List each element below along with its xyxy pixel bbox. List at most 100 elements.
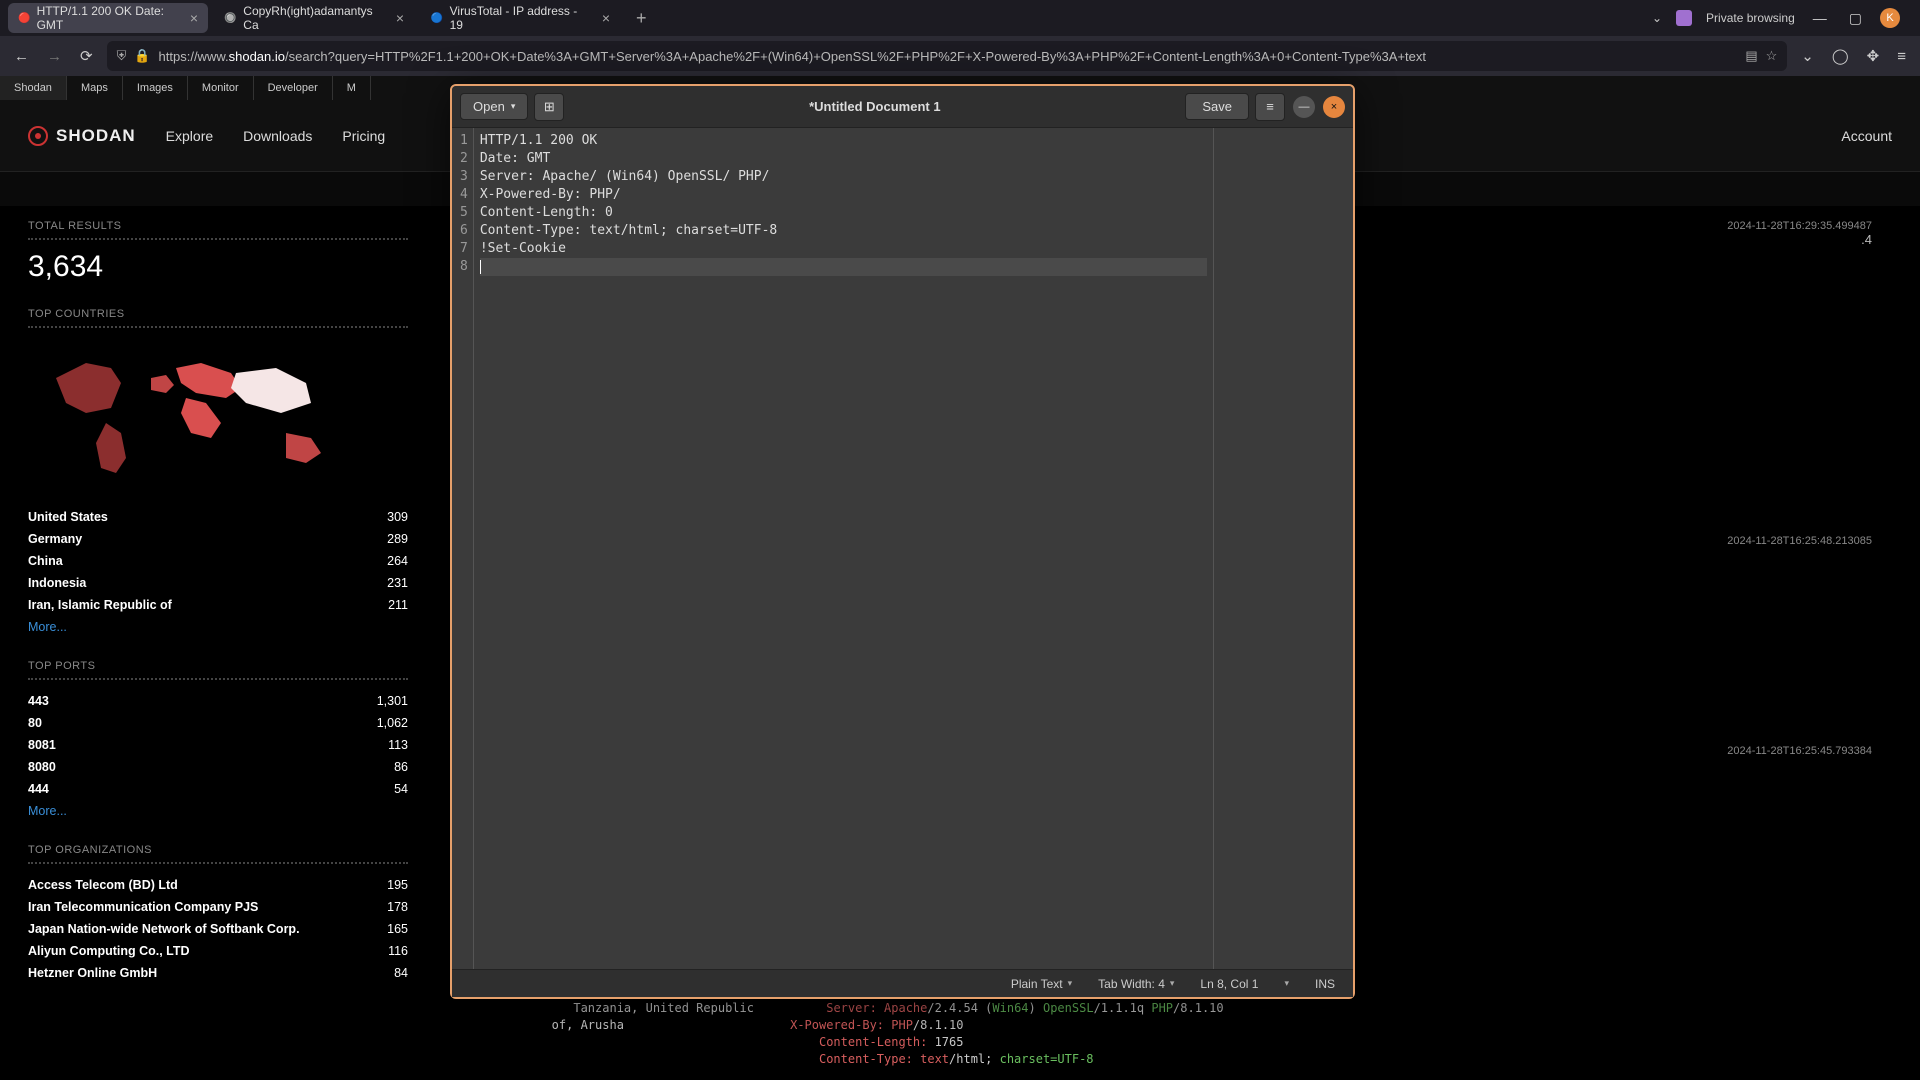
favicon-icon: 🔘 — [224, 11, 237, 25]
browser-tab[interactable]: 🔴 HTTP/1.1 200 OK Date: GMT × — [8, 3, 208, 33]
code-line: Content-Length: 0 — [480, 204, 1207, 222]
facet-name: Germany — [28, 532, 82, 546]
language-selector[interactable]: Plain Text▾ — [1011, 977, 1072, 991]
facet-name: 80 — [28, 716, 42, 730]
editor-titlebar[interactable]: Open▾ ⊞ *Untitled Document 1 Save ≡ — × — [452, 86, 1353, 128]
pocket-icon[interactable]: ⌄ — [1797, 43, 1818, 69]
text-editor-window: Open▾ ⊞ *Untitled Document 1 Save ≡ — × … — [450, 84, 1355, 999]
facet-value: 195 — [387, 878, 408, 892]
profile-avatar[interactable]: K — [1880, 8, 1900, 28]
facet-row[interactable]: Access Telecom (BD) Ltd 195 — [28, 874, 408, 896]
shield-icon[interactable]: ⛨ — [117, 48, 127, 64]
tab-width-selector[interactable]: Tab Width: 4▾ — [1098, 977, 1174, 991]
nav-downloads[interactable]: Downloads — [243, 128, 312, 144]
facet-row[interactable]: China264 — [28, 550, 408, 572]
reader-icon[interactable]: ▤ — [1745, 48, 1757, 64]
reload-button[interactable]: ⟳ — [76, 43, 97, 69]
url-bar[interactable]: ⛨ 🔒 https://www.shodan.io/search?query=H… — [107, 41, 1788, 71]
hamburger-menu-button[interactable]: ≡ — [1255, 93, 1285, 121]
facet-row[interactable]: Germany 289 — [28, 528, 408, 550]
cursor-position[interactable]: Ln 8, Col 1 — [1200, 977, 1258, 991]
world-map[interactable] — [36, 338, 346, 488]
window-minimize-button[interactable]: — — [1809, 10, 1831, 26]
facet-row[interactable]: Indonesia231 — [28, 572, 408, 594]
open-button[interactable]: Open▾ — [460, 93, 528, 120]
product-nav-link[interactable]: Images — [123, 76, 188, 100]
close-icon[interactable]: × — [396, 10, 404, 26]
facet-row[interactable]: Japan Nation-wide Network of Softbank Co… — [28, 918, 408, 940]
product-nav-link[interactable]: Monitor — [188, 76, 254, 100]
tab-title: CopyRh(ight)adamantys Ca — [243, 4, 384, 32]
close-icon[interactable]: × — [190, 10, 198, 26]
countries-more-link[interactable]: More... — [28, 616, 408, 638]
browser-toolbar: ← → ⟳ ⛨ 🔒 https://www.shodan.io/search?q… — [0, 36, 1920, 76]
product-nav-link[interactable]: Developer — [254, 76, 333, 100]
facet-name: Japan Nation-wide Network of Softbank Co… — [28, 922, 300, 936]
insert-mode[interactable]: INS — [1315, 977, 1335, 991]
browser-tab[interactable]: 🔵 VirusTotal - IP address - 19 × — [420, 3, 620, 33]
chevron-down-icon[interactable]: ⌄ — [1652, 11, 1662, 25]
lock-icon[interactable]: 🔒 — [134, 48, 150, 64]
total-results-value: 3,634 — [28, 250, 408, 284]
code-line — [480, 258, 1207, 276]
facet-name: Access Telecom (BD) Ltd — [28, 878, 178, 892]
top-ports-title: TOP PORTS — [28, 660, 408, 672]
bookmark-icon[interactable]: ☆ — [1766, 48, 1778, 64]
private-browsing-label: Private browsing — [1706, 11, 1795, 25]
facet-row[interactable]: 8081113 — [28, 734, 408, 756]
facet-name: Aliyun Computing Co., LTD — [28, 944, 190, 958]
facet-row[interactable]: 4431,301 — [28, 690, 408, 712]
extensions-icon[interactable]: ✥ — [1863, 43, 1884, 69]
forward-button[interactable]: → — [43, 44, 66, 69]
window-maximize-button[interactable]: ▢ — [1845, 10, 1866, 27]
new-tab-button[interactable]: ⊞ — [534, 93, 564, 121]
facet-row[interactable]: 808086 — [28, 756, 408, 778]
facet-row[interactable]: Iran, Islamic Republic of211 — [28, 594, 408, 616]
tab-title: HTTP/1.1 200 OK Date: GMT — [37, 4, 178, 32]
facet-value: 289 — [387, 532, 408, 546]
facet-value: 86 — [394, 760, 408, 774]
code-line: Server: Apache/ (Win64) OpenSSL/ PHP/ — [480, 168, 1207, 186]
right-margin — [1213, 128, 1353, 969]
facet-row[interactable]: United States309 — [28, 506, 408, 528]
facet-name: China — [28, 554, 63, 568]
close-icon[interactable]: × — [602, 10, 610, 26]
ports-more-link[interactable]: More... — [28, 800, 408, 822]
facet-value: 116 — [388, 944, 408, 958]
facet-row[interactable]: Iran Telecommunication Company PJS 178 — [28, 896, 408, 918]
back-button[interactable]: ← — [10, 44, 33, 69]
window-minimize-button[interactable]: — — [1293, 96, 1315, 118]
save-button[interactable]: Save — [1185, 93, 1249, 120]
top-countries-title: TOP COUNTRIES — [28, 308, 408, 320]
top-orgs-title: TOP ORGANIZATIONS — [28, 844, 408, 856]
window-close-button[interactable]: × — [1323, 96, 1345, 118]
shodan-logo[interactable]: SHODAN — [28, 126, 136, 146]
product-nav-link[interactable]: Shodan — [0, 76, 67, 100]
code-line: Content-Type: text/html; charset=UTF-8 — [480, 222, 1207, 240]
facet-name: Iran Telecommunication Company PJS — [28, 900, 258, 914]
line-gutter: 12345678 — [452, 128, 474, 969]
account-link[interactable]: Account — [1841, 128, 1892, 144]
facet-row[interactable]: Hetzner Online GmbH84 — [28, 962, 408, 984]
account-icon[interactable]: ◯ — [1828, 43, 1853, 69]
menu-icon[interactable]: ≡ — [1893, 44, 1910, 69]
facet-name: 444 — [28, 782, 49, 796]
facet-row[interactable]: 801,062 — [28, 712, 408, 734]
facet-row[interactable]: Aliyun Computing Co., LTD 116 — [28, 940, 408, 962]
facet-value: 165 — [387, 922, 408, 936]
facet-value: 54 — [394, 782, 408, 796]
facet-value: 178 — [387, 900, 408, 914]
editor-body[interactable]: 12345678 HTTP/1.1 200 OKDate: GMTServer:… — [452, 128, 1353, 969]
browser-tab[interactable]: 🔘 CopyRh(ight)adamantys Ca × — [214, 3, 414, 33]
code-area[interactable]: HTTP/1.1 200 OKDate: GMTServer: Apache/ … — [474, 128, 1213, 969]
nav-explore[interactable]: Explore — [166, 128, 213, 144]
product-nav-link[interactable]: M — [333, 76, 371, 100]
facet-row[interactable]: 444 54 — [28, 778, 408, 800]
chevron-down-icon[interactable]: ▾ — [1284, 978, 1289, 989]
url-text: https://www.shodan.io/search?query=HTTP%… — [159, 49, 1738, 64]
facets-sidebar: TOTAL RESULTS 3,634 TOP COUNTRIES — [28, 220, 408, 1006]
product-nav-link[interactable]: Maps — [67, 76, 123, 100]
new-tab-button[interactable]: + — [626, 8, 657, 29]
nav-pricing[interactable]: Pricing — [342, 128, 385, 144]
favicon-icon: 🔵 — [430, 11, 444, 25]
